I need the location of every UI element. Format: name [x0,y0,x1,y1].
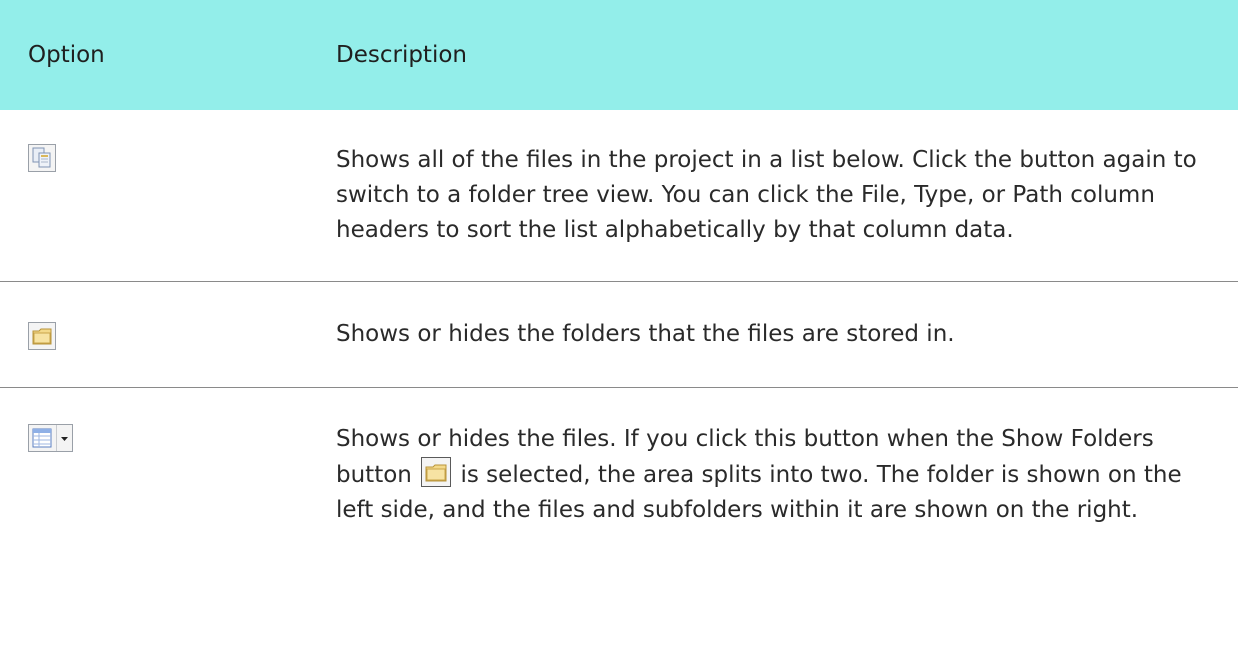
header-row: Option Description [0,0,1238,110]
chevron-down-icon[interactable] [57,425,72,451]
file-list-icon [29,425,57,451]
description-cell: Shows or hides the folders that the file… [328,281,1238,388]
description-cell: Shows all of the files in the project in… [328,110,1238,282]
table-row: Shows or hides the files. If you click t… [0,388,1238,563]
column-header-option: Option [0,0,328,110]
show-folders-icon[interactable] [28,321,56,350]
show-all-files-icon[interactable] [28,143,56,172]
column-header-description: Description [328,0,1238,110]
folder-icon [421,457,452,487]
table-row: Shows all of the files in the project in… [0,110,1238,282]
options-table: Option Description Shows all of the file… [0,0,1238,562]
show-files-icon[interactable] [28,424,73,452]
table-row: Shows or hides the folders that the file… [0,281,1238,388]
option-cell [0,281,328,388]
option-cell [0,388,328,563]
description-text-after: is selected, the area splits into two. T… [336,462,1182,523]
option-cell [0,110,328,282]
table-header: Option Description [0,0,1238,110]
description-cell: Shows or hides the files. If you click t… [328,388,1238,563]
